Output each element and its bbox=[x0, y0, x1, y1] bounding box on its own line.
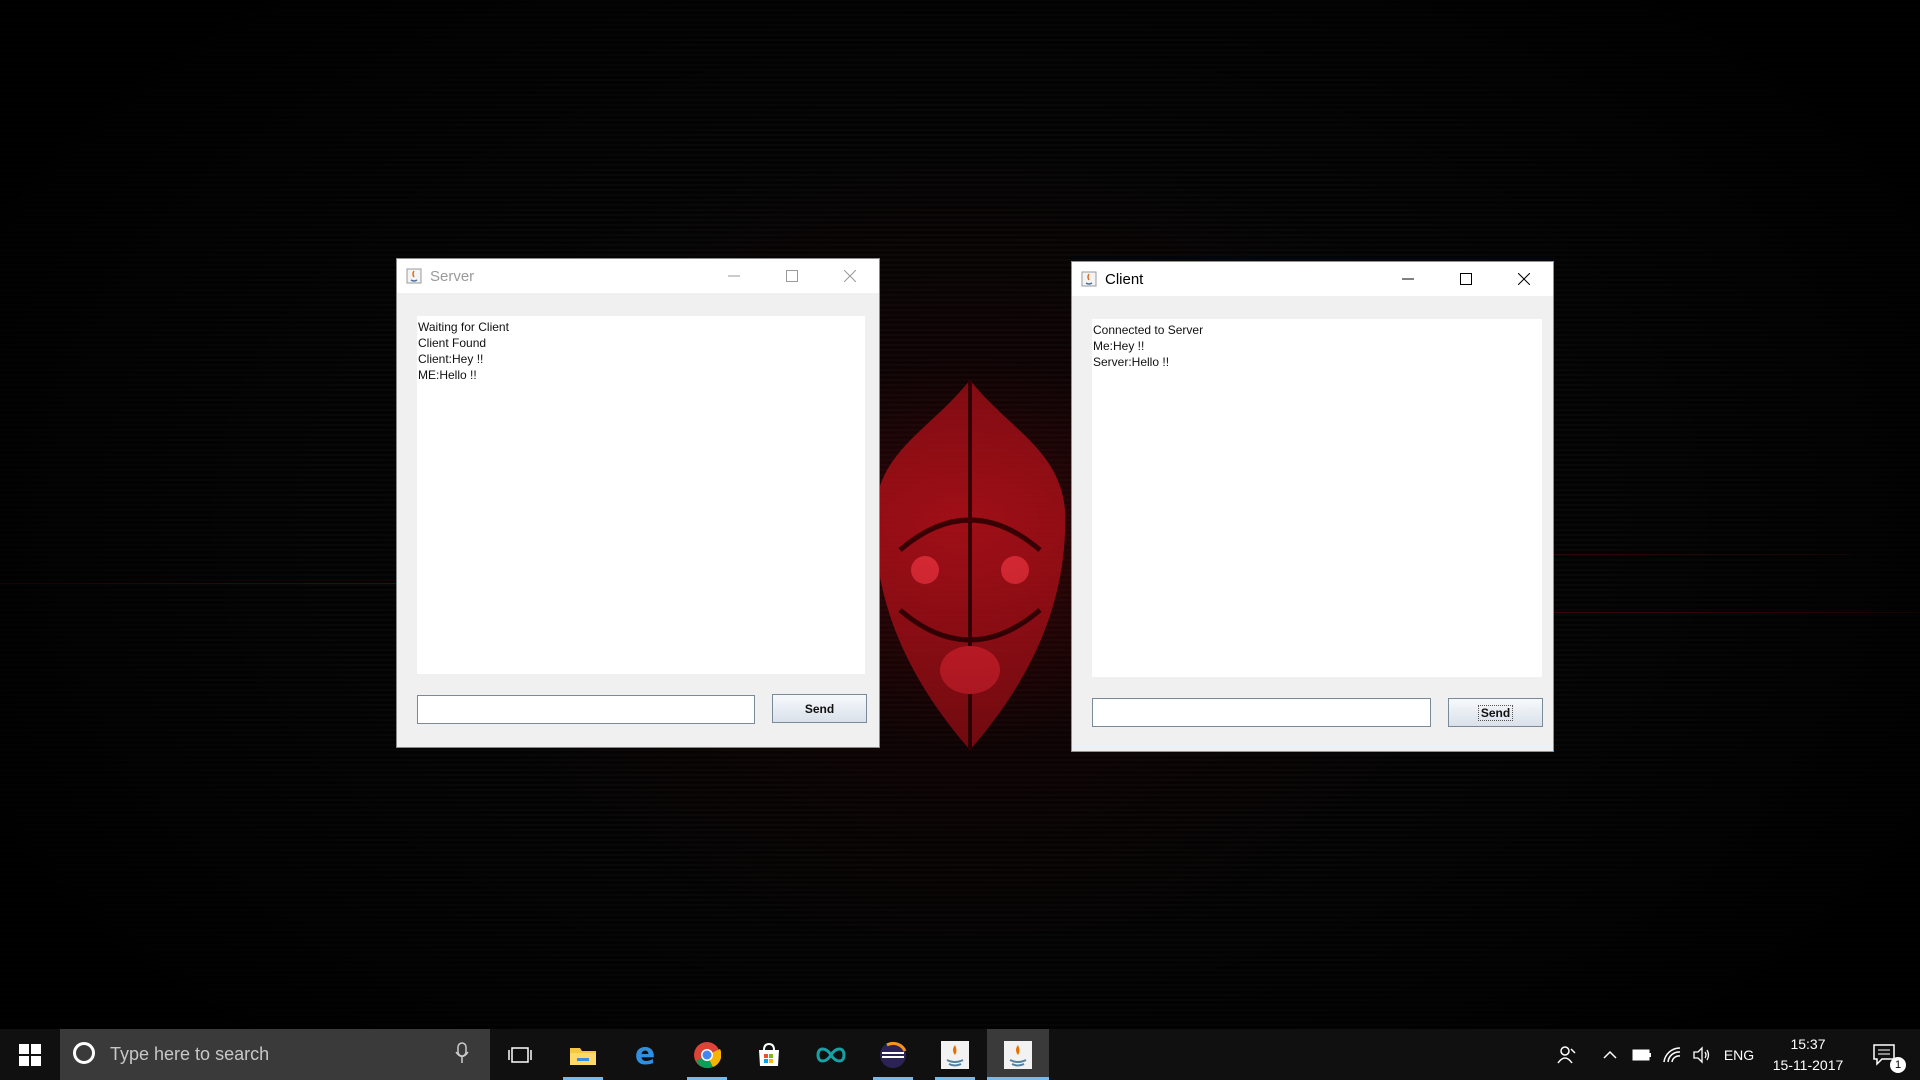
server-window[interactable]: Server Waiting for Client Client Found C… bbox=[396, 258, 880, 748]
client-send-button[interactable]: Send bbox=[1448, 698, 1543, 727]
client-message-input[interactable] bbox=[1092, 698, 1431, 727]
minimize-icon bbox=[728, 275, 740, 277]
chat-line: Client Found bbox=[418, 336, 487, 350]
close-icon bbox=[1518, 273, 1530, 285]
server-chat-log[interactable]: Waiting for Client Client Found Client:H… bbox=[417, 316, 865, 674]
server-message-input[interactable] bbox=[417, 695, 755, 724]
task-view-icon bbox=[508, 1046, 532, 1063]
maximize-button[interactable] bbox=[1437, 262, 1495, 296]
taskbar-clock[interactable]: 15:37 15-11-2017 bbox=[1768, 1034, 1848, 1076]
chat-line: Connected to Server bbox=[1093, 323, 1204, 337]
maximize-icon bbox=[786, 270, 798, 282]
action-center-button[interactable]: 1 bbox=[1860, 1029, 1910, 1080]
java-icon bbox=[1004, 1040, 1032, 1069]
chat-line: Me:Hey !! bbox=[1093, 339, 1145, 353]
volume-button[interactable] bbox=[1688, 1029, 1716, 1080]
clock-time: 15:37 bbox=[1790, 1036, 1826, 1052]
network-button[interactable] bbox=[1658, 1029, 1686, 1080]
wallpaper-vignette bbox=[0, 0, 1920, 1029]
language-label: ENG bbox=[1723, 1046, 1755, 1063]
client-title: Client bbox=[1105, 271, 1144, 288]
server-titlebar[interactable]: Server bbox=[397, 259, 879, 293]
chevron-up-icon bbox=[1603, 1050, 1617, 1059]
send-button-label: Send bbox=[1477, 704, 1514, 721]
chat-line: ME:Hello !! bbox=[418, 368, 477, 382]
chat-line: Server:Hello !! bbox=[1093, 355, 1170, 369]
start-button[interactable] bbox=[0, 1029, 60, 1080]
maximize-icon bbox=[1460, 273, 1472, 285]
client-titlebar[interactable]: Client bbox=[1072, 262, 1553, 296]
minimize-button[interactable] bbox=[1379, 262, 1437, 296]
minimize-icon bbox=[1402, 278, 1414, 280]
volume-icon bbox=[1693, 1045, 1710, 1064]
taskbar: Type here to search e ENG 15:37 15-11-20… bbox=[0, 1029, 1920, 1080]
server-send-button[interactable]: Send bbox=[772, 694, 867, 723]
taskbar-java-client[interactable] bbox=[987, 1029, 1049, 1080]
taskbar-chrome[interactable] bbox=[682, 1029, 732, 1080]
store-icon bbox=[759, 1042, 779, 1066]
clock-date: 15-11-2017 bbox=[1772, 1057, 1844, 1073]
server-title: Server bbox=[430, 268, 475, 285]
close-icon bbox=[844, 270, 856, 282]
taskbar-edge[interactable]: e bbox=[620, 1029, 670, 1080]
java-icon bbox=[941, 1040, 969, 1069]
maximize-button[interactable] bbox=[763, 259, 821, 293]
client-chat-log[interactable]: Connected to Server Me:Hey !! Server:Hel… bbox=[1092, 319, 1542, 677]
taskbar-store[interactable] bbox=[744, 1029, 794, 1080]
search-placeholder: Type here to search bbox=[110, 1044, 270, 1064]
people-icon bbox=[1557, 1045, 1576, 1063]
eclipse-icon bbox=[880, 1041, 907, 1068]
taskbar-file-explorer[interactable] bbox=[558, 1029, 608, 1080]
task-view-button[interactable] bbox=[495, 1029, 545, 1080]
wifi-icon bbox=[1663, 1046, 1681, 1062]
cortana-icon bbox=[73, 1042, 95, 1064]
people-button[interactable] bbox=[1550, 1029, 1584, 1080]
arduino-icon bbox=[816, 1047, 846, 1062]
windows-start-icon bbox=[19, 1043, 41, 1066]
battery-icon bbox=[1632, 1049, 1651, 1060]
chat-line: Client:Hey !! bbox=[418, 352, 484, 366]
java-app-icon bbox=[406, 268, 422, 284]
show-hidden-icons-button[interactable] bbox=[1596, 1029, 1624, 1080]
java-app-icon bbox=[1081, 271, 1097, 287]
taskbar-search-box[interactable]: Type here to search bbox=[60, 1029, 490, 1080]
desktop-background bbox=[0, 0, 1920, 1029]
file-explorer-icon bbox=[570, 1047, 596, 1065]
chrome-icon bbox=[694, 1041, 721, 1068]
notification-badge: 1 bbox=[1890, 1057, 1906, 1073]
close-button[interactable] bbox=[821, 259, 879, 293]
chat-line: Waiting for Client bbox=[418, 320, 509, 334]
taskbar-arduino[interactable] bbox=[806, 1029, 856, 1080]
language-indicator[interactable]: ENG bbox=[1720, 1029, 1758, 1080]
microphone-icon[interactable] bbox=[455, 1042, 469, 1064]
client-window[interactable]: Client Connected to Server Me:Hey !! Ser… bbox=[1071, 261, 1554, 752]
taskbar-java-server[interactable] bbox=[930, 1029, 980, 1080]
taskbar-eclipse[interactable] bbox=[868, 1029, 918, 1080]
edge-icon: e bbox=[634, 1037, 656, 1072]
close-button[interactable] bbox=[1495, 262, 1553, 296]
battery-button[interactable] bbox=[1628, 1029, 1656, 1080]
minimize-button[interactable] bbox=[705, 259, 763, 293]
